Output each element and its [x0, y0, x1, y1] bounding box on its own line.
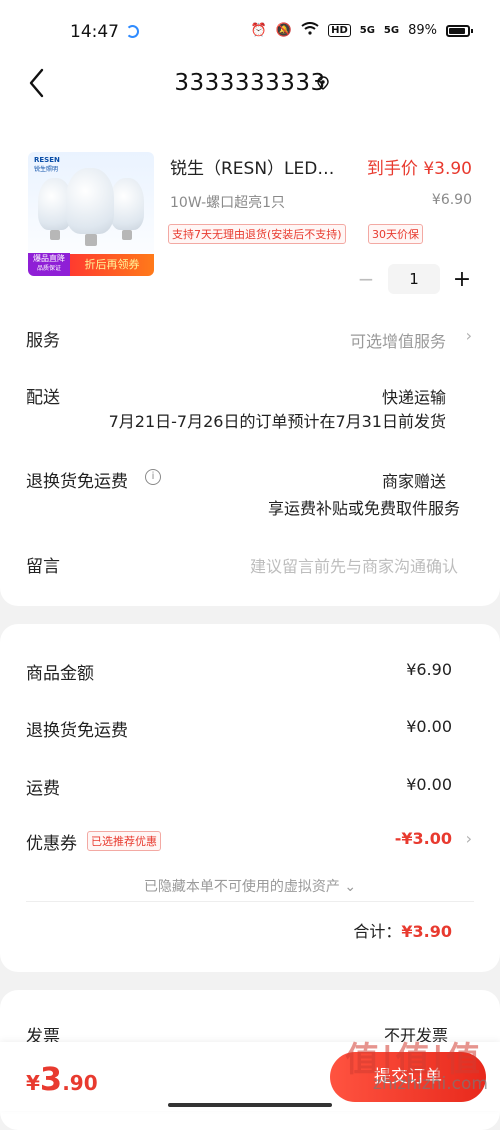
return-policy-tag: 支持7天无理由退货(安装后不支持) — [168, 224, 346, 244]
currency-symbol: ¥ — [26, 1071, 40, 1095]
shipping-value: ¥0.00 — [406, 775, 452, 794]
coupon-tag: 已选推荐优惠 — [87, 831, 161, 851]
return-fee-value: ¥0.00 — [406, 717, 452, 736]
quantity-input[interactable]: 1 — [388, 264, 440, 294]
watermark-site: zhizhizhi.com — [373, 1074, 488, 1094]
location-pin-icon[interactable] — [316, 76, 330, 90]
quantity-stepper: − 1 + — [354, 264, 474, 294]
return-shipping-note: 享运费补贴或免费取件服务 — [267, 499, 460, 518]
alarm-icon: ⏰ — [250, 23, 267, 38]
header: 3333333333 — [0, 66, 500, 124]
product-thumbnail[interactable]: RESEN 锐生照明 爆品直降 品质保证 折后再领券 — [28, 152, 154, 276]
decrease-button[interactable]: − — [354, 267, 378, 291]
bulb-base — [50, 230, 60, 240]
battery-icon — [446, 24, 473, 37]
mute-icon: 🔕 — [275, 23, 293, 38]
thumb-band-b: 折后再领券 — [70, 254, 154, 276]
thumb-band-a: 爆品直降 品质保证 — [28, 253, 70, 276]
signal-5g-icon-2: 5G — [383, 25, 400, 36]
product-spec[interactable]: 10W-螺口超亮1只 — [170, 192, 285, 212]
coupon-label: 优惠券 — [26, 834, 77, 854]
wifi-icon — [301, 22, 319, 39]
goods-amount-value: ¥6.90 — [406, 660, 452, 679]
price-protect-tag: 30天价保 — [368, 224, 423, 244]
delivery-note: 7月21日-7月26日的订单预计在7月31日前发货 — [108, 412, 446, 431]
thumb-band-a-sub: 品质保证 — [36, 265, 61, 272]
amount-integer: 3 — [39, 1060, 63, 1098]
return-shipping-value: 商家赠送 — [381, 472, 446, 491]
sync-icon — [126, 25, 139, 38]
total-value: ¥3.90 — [401, 922, 452, 941]
delivery-label: 配送 — [26, 388, 60, 408]
order-card: RESEN 锐生照明 爆品直降 品质保证 折后再领券 锐生（RESN）LED… … — [0, 124, 500, 606]
total-label: 合计： — [353, 922, 402, 941]
chevron-right-icon[interactable]: › — [466, 829, 472, 848]
shipping-label: 运费 — [26, 779, 60, 799]
bulb-image — [110, 178, 144, 230]
bulb-image — [66, 168, 114, 234]
page-title: 3333333333 — [174, 70, 326, 96]
bulb-base — [85, 234, 97, 246]
original-price: ¥6.90 — [431, 192, 472, 208]
home-indicator[interactable] — [168, 1103, 332, 1107]
price-summary-card: 商品金额 ¥6.90 退换货免运费 ¥0.00 运费 ¥0.00 优惠券 已选推… — [0, 624, 500, 972]
status-icons: ⏰ 🔕 HD 5G 5G 89% — [250, 22, 473, 39]
return-fee-label: 退换货免运费 — [26, 721, 128, 741]
thumb-brand-sub: 锐生照明 — [34, 166, 59, 173]
hidden-assets-toggle[interactable]: 已隐藏本单不可使用的虚拟资产 ⌄ — [0, 876, 500, 896]
divider — [26, 901, 474, 902]
final-price: 到手价 ¥3.90 — [366, 159, 472, 179]
hd-icon: HD — [328, 24, 351, 37]
return-shipping-label: 退换货免运费 — [26, 472, 128, 492]
amount-decimal: .90 — [62, 1071, 98, 1095]
note-label: 留言 — [26, 557, 60, 577]
bulb-base — [122, 230, 132, 240]
coupon-value[interactable]: -¥3.00 — [395, 829, 452, 848]
info-icon[interactable]: i — [145, 469, 161, 485]
delivery-value: 快递运输 — [381, 388, 446, 407]
service-value[interactable]: 可选增值服务 — [350, 328, 446, 352]
thumb-brand: RESEN — [34, 156, 60, 164]
note-input[interactable]: 建议留言前先与商家沟通确认 — [250, 553, 458, 577]
status-time: 14:47 — [70, 22, 119, 42]
bottom-total: ¥3.90 — [26, 1060, 98, 1098]
signal-5g-icon: 5G — [359, 25, 375, 36]
service-label: 服务 — [26, 331, 60, 351]
thumb-band-a-text: 爆品直降 — [33, 254, 65, 263]
increase-button[interactable]: + — [450, 267, 474, 292]
total-row: 合计：¥3.90 — [353, 918, 452, 942]
chevron-right-icon[interactable]: › — [466, 326, 472, 345]
battery-text: 89% — [408, 23, 437, 38]
product-name[interactable]: 锐生（RESN）LED… — [170, 154, 350, 179]
status-bar: 14:47 ⏰ 🔕 HD 5G 5G 89% — [0, 0, 500, 66]
goods-amount-label: 商品金额 — [26, 664, 94, 684]
